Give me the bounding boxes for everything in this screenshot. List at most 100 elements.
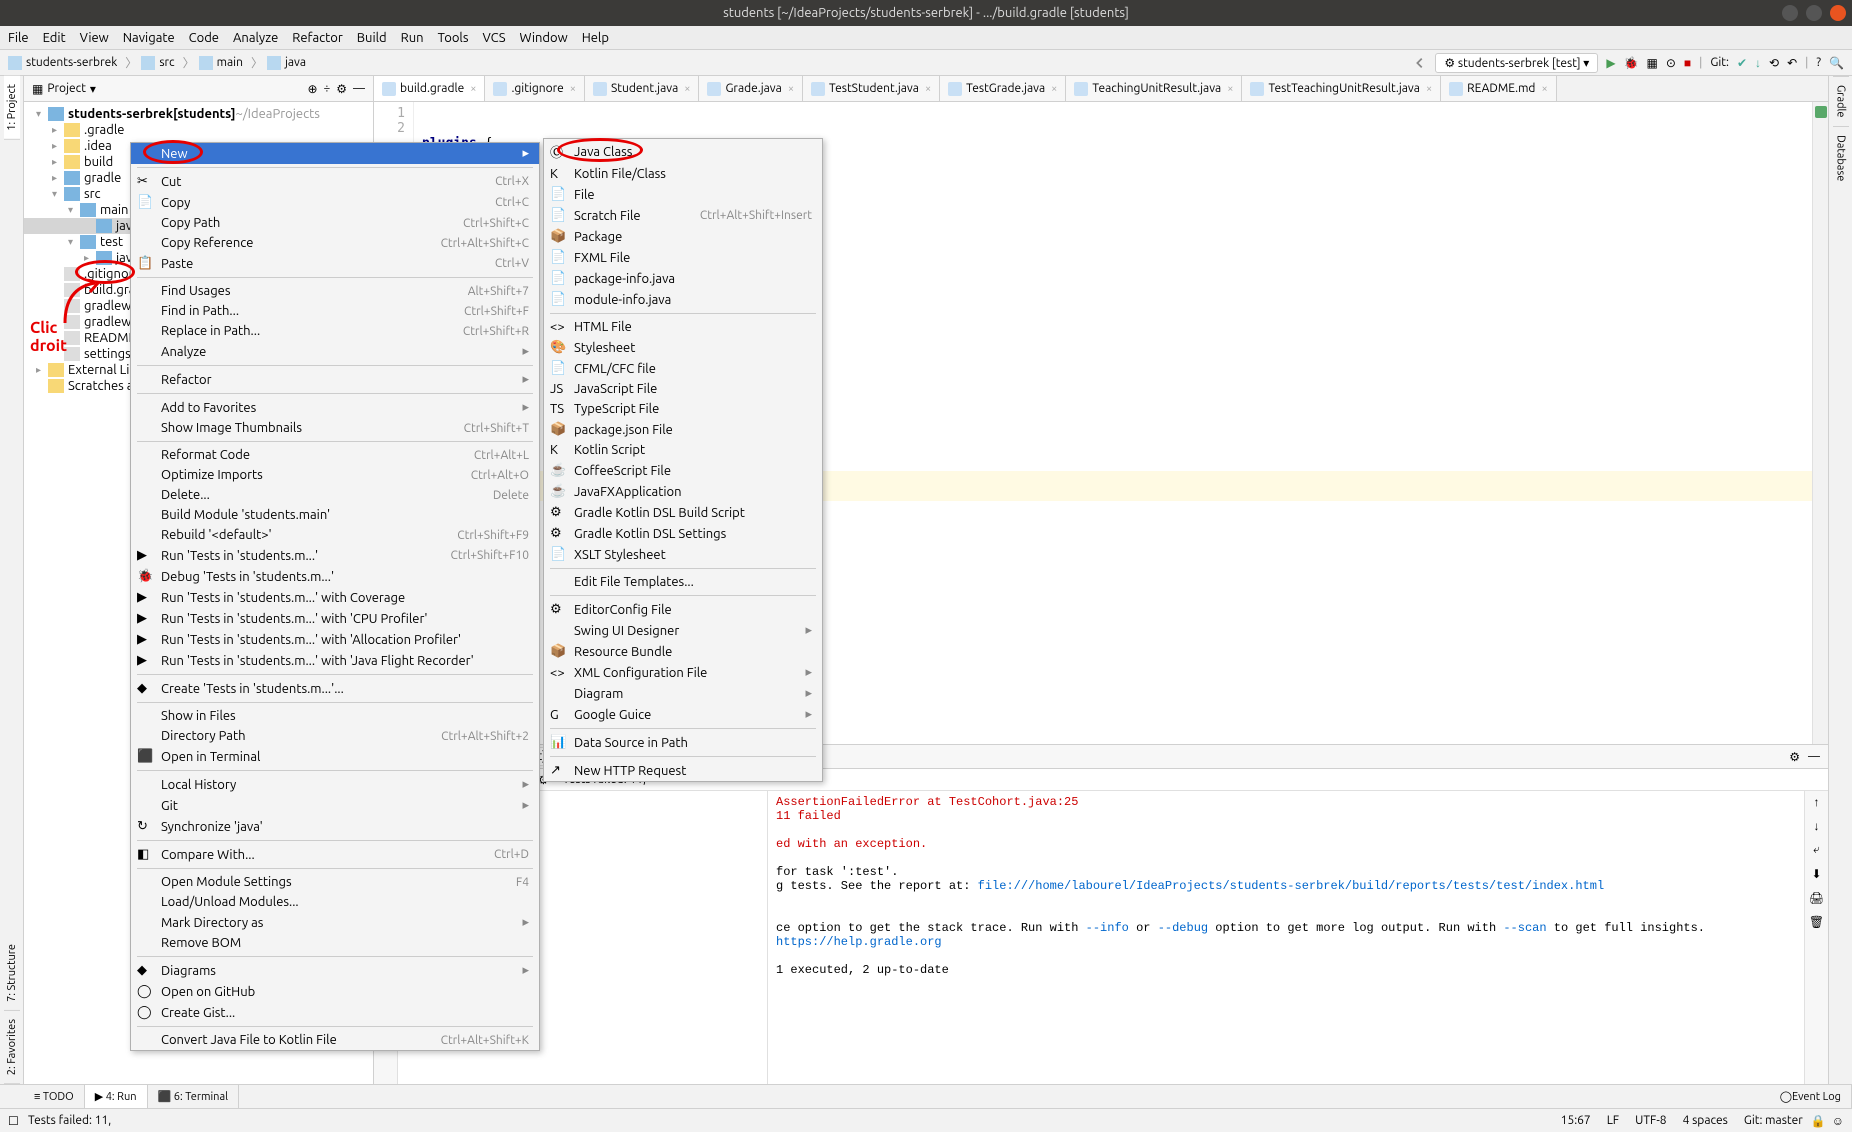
menu-item[interactable]: Find UsagesAlt+Shift+7 <box>131 281 539 301</box>
hide-panel-icon[interactable]: — <box>353 82 365 95</box>
editor-tab[interactable]: Student.java× <box>585 76 699 101</box>
git-update-icon[interactable]: ↓ <box>1755 56 1761 70</box>
menu-item[interactable]: ▶Run 'Tests in 'students.m...' with 'All… <box>131 629 539 650</box>
inspections-icon[interactable]: ☺ <box>1832 1114 1844 1128</box>
menu-item[interactable]: JSJavaScript File <box>544 379 822 399</box>
menu-item[interactable]: Add to Favorites▸ <box>131 397 539 418</box>
editor-tab[interactable]: Grade.java× <box>699 76 803 101</box>
menu-item[interactable]: Show Image ThumbnailsCtrl+Shift+T <box>131 418 539 438</box>
close-tab-icon[interactable]: × <box>788 83 794 95</box>
back-icon[interactable] <box>1413 56 1427 70</box>
down-icon[interactable]: ↓ <box>1814 819 1820 833</box>
menu-item[interactable]: 🎨Stylesheet <box>544 337 822 358</box>
rail-tab-favorites[interactable]: 2: Favorites <box>4 1011 20 1084</box>
menu-item[interactable]: Delete...Delete <box>131 485 539 505</box>
menu-tools[interactable]: Tools <box>438 31 469 45</box>
lock-icon[interactable]: 🔒 <box>1811 1114 1826 1128</box>
menu-help[interactable]: Help <box>582 31 609 45</box>
menu-item[interactable]: Reformat CodeCtrl+Alt+L <box>131 445 539 465</box>
project-view-select[interactable]: Project <box>47 82 86 95</box>
menu-item[interactable]: 📄CopyCtrl+C <box>131 192 539 213</box>
editor-tab[interactable]: .gitignore× <box>485 76 585 101</box>
collapse-icon[interactable]: ÷ <box>324 82 331 95</box>
event-log-tab[interactable]: ◯ Event Log <box>1770 1085 1852 1108</box>
menu-edit[interactable]: Edit <box>43 31 66 45</box>
menu-item[interactable]: 📄Scratch FileCtrl+Alt+Shift+Insert <box>544 205 822 226</box>
rail-tab-structure[interactable]: 7: Structure <box>4 936 20 1011</box>
menu-item[interactable]: ▶Run 'Tests in 'students.m...' with 'CPU… <box>131 608 539 629</box>
run-icon[interactable]: ▶ <box>1606 56 1615 70</box>
menu-item[interactable]: Analyze▸ <box>131 341 539 362</box>
menu-item[interactable]: Optimize ImportsCtrl+Alt+O <box>131 465 539 485</box>
minimize-icon[interactable] <box>1782 5 1798 21</box>
menu-item[interactable]: ↗New HTTP Request <box>544 760 822 781</box>
menu-navigate[interactable]: Navigate <box>123 31 175 45</box>
editor-tab[interactable]: TestTeachingUnitResult.java× <box>1242 76 1441 101</box>
run-config-select[interactable]: ⚙ students-serbrek [test] ▾ <box>1435 53 1598 73</box>
wrap-icon[interactable]: ⤶ <box>1813 843 1820 857</box>
menu-item[interactable]: Find in Path...Ctrl+Shift+F <box>131 301 539 321</box>
menu-item[interactable]: 📄XSLT Stylesheet <box>544 544 822 565</box>
menu-code[interactable]: Code <box>189 31 219 45</box>
editor-tab[interactable]: TeachingUnitResult.java× <box>1066 76 1242 101</box>
menu-item[interactable]: ◯Create Gist... <box>131 1002 539 1023</box>
menu-item[interactable]: 📊Data Source in Path <box>544 732 822 753</box>
menu-item[interactable]: ⒸJava Class <box>544 139 822 164</box>
breadcrumb-item[interactable]: students-serbrek <box>8 56 117 70</box>
close-tab-icon[interactable]: × <box>1426 83 1432 95</box>
bottom-tab-terminal[interactable]: ⬛ 6: Terminal <box>148 1085 239 1108</box>
line-separator[interactable]: LF <box>1607 1114 1619 1127</box>
menu-item[interactable]: ⬛Open in Terminal <box>131 746 539 767</box>
menu-item[interactable]: Remove BOM <box>131 933 539 953</box>
menu-vcs[interactable]: VCS <box>482 31 505 45</box>
menu-item[interactable]: 📄CFML/CFC file <box>544 358 822 379</box>
rail-tab-database[interactable]: Database <box>1833 126 1849 189</box>
git-branch[interactable]: Git: master <box>1744 1114 1803 1127</box>
tree-item[interactable]: ▸.gradle <box>24 122 373 138</box>
menu-file[interactable]: File <box>8 31 29 45</box>
editor-tab[interactable]: README.md× <box>1441 76 1557 101</box>
menu-item[interactable]: Copy ReferenceCtrl+Alt+Shift+C <box>131 233 539 253</box>
scroll-to-source-icon[interactable]: ⊕ <box>307 82 317 96</box>
run-console[interactable]: AssertionFailedError at TestCohort.java:… <box>768 791 1804 1084</box>
menu-refactor[interactable]: Refactor <box>292 31 343 45</box>
menu-item[interactable]: 📄FXML File <box>544 247 822 268</box>
menu-item[interactable]: ✂CutCtrl+X <box>131 171 539 192</box>
bottom-tab-run[interactable]: ▶ 4: Run <box>85 1085 148 1108</box>
menu-item[interactable]: 📦package.json File <box>544 419 822 440</box>
menu-item[interactable]: ⚙EditorConfig File <box>544 599 822 620</box>
menu-item[interactable]: ▶Run 'Tests in 'students.m...' with 'Jav… <box>131 650 539 671</box>
menu-item[interactable]: 📦Package <box>544 226 822 247</box>
git-history-icon[interactable]: ⟲ <box>1769 56 1779 70</box>
hide-run-icon[interactable]: — <box>1808 750 1820 763</box>
rail-tab-project[interactable]: 1: Project <box>4 76 20 140</box>
menu-item[interactable]: Copy PathCtrl+Shift+C <box>131 213 539 233</box>
menu-item[interactable]: ◆Create 'Tests in 'students.m...'... <box>131 678 539 699</box>
menu-item[interactable]: ▶Run 'Tests in 'students.m...' with Cove… <box>131 587 539 608</box>
close-window-icon[interactable] <box>1830 5 1846 21</box>
editor-tab[interactable]: TestGrade.java× <box>940 76 1066 101</box>
menu-item[interactable]: Load/Unload Modules... <box>131 892 539 912</box>
menu-item[interactable]: Build Module 'students.main' <box>131 505 539 525</box>
menu-item[interactable]: Mark Directory as▸ <box>131 912 539 933</box>
menu-item[interactable]: ◧Compare With...Ctrl+D <box>131 844 539 865</box>
file-encoding[interactable]: UTF-8 <box>1635 1114 1666 1127</box>
menu-item[interactable]: 📋PasteCtrl+V <box>131 253 539 274</box>
editor-tab[interactable]: TestStudent.java× <box>803 76 940 101</box>
menu-item[interactable]: GGoogle Guice▸ <box>544 704 822 725</box>
menu-item[interactable]: ▶Run 'Tests in 'students.m...'Ctrl+Shift… <box>131 545 539 566</box>
editor-tab[interactable]: build.gradle× <box>374 76 485 101</box>
menu-item[interactable]: KKotlin File/Class <box>544 164 822 184</box>
menu-item[interactable]: ☕CoffeeScript File <box>544 460 822 481</box>
menu-window[interactable]: Window <box>520 31 568 45</box>
gear-icon[interactable]: ⚙ <box>336 82 347 96</box>
search-icon[interactable]: 🔍 <box>1829 56 1844 70</box>
up-icon[interactable]: ↑ <box>1814 795 1820 809</box>
close-tab-icon[interactable]: × <box>570 83 576 95</box>
rail-tab-gradle[interactable]: Gradle <box>1833 76 1849 126</box>
bottom-tab-todo[interactable]: ≡ TODO <box>24 1085 85 1108</box>
menu-item[interactable]: ↻Synchronize 'java' <box>131 816 539 837</box>
menu-item[interactable]: Replace in Path...Ctrl+Shift+R <box>131 321 539 341</box>
breadcrumb-item[interactable]: main <box>199 56 243 70</box>
close-tab-icon[interactable]: × <box>1051 83 1057 95</box>
